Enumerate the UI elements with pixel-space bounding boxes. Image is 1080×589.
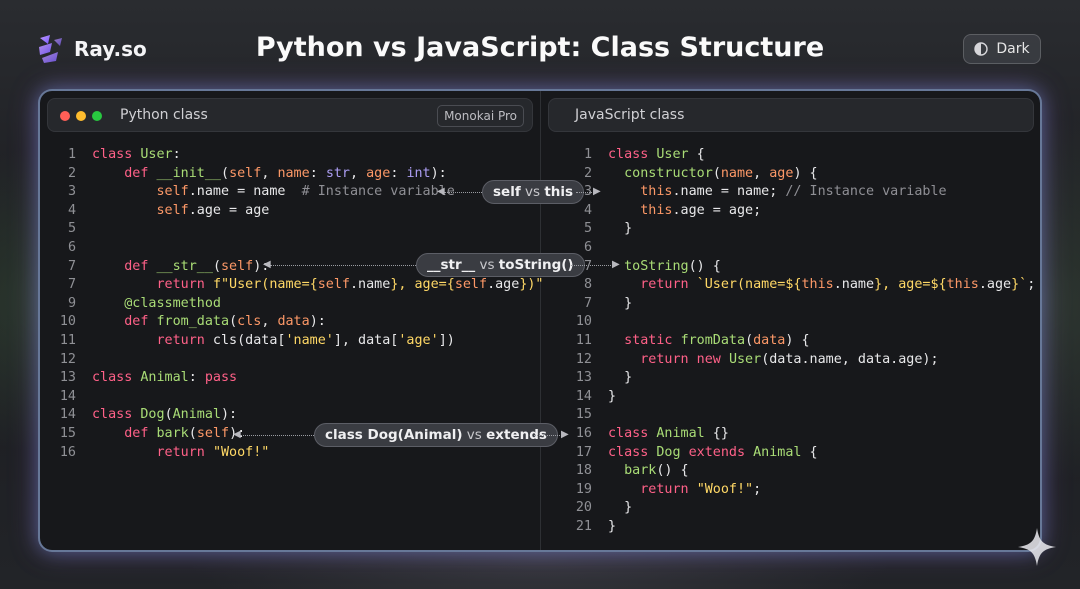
code-window: Python class Monokai Pro JavaScript clas…: [38, 89, 1042, 552]
python-code[interactable]: 1 class User: 2 def __init__(self, name: …: [40, 146, 544, 462]
code-line: 2 constructor(name, age) {: [583, 165, 818, 181]
window-controls: [60, 111, 102, 121]
code-line: 7 toString() {: [583, 258, 721, 274]
annotation-arrow: [571, 265, 613, 266]
js-code[interactable]: 1 class User { 2 constructor(name, age) {…: [560, 146, 1040, 536]
code-line: 6: [583, 239, 592, 255]
code-line: 9 @classmethod: [67, 295, 221, 311]
python-panel-header: Python class Monokai Pro: [47, 98, 533, 132]
page-title: Python vs JavaScript: Class Structure: [255, 32, 825, 63]
code-line: 3 this.name = name; // Instance variable: [583, 184, 947, 200]
sparkle-icon: [1018, 528, 1056, 566]
arrow-left-icon: ◀: [437, 186, 445, 197]
code-line: 1 class User {: [583, 147, 705, 162]
code-line: 4 self.age = age: [67, 202, 270, 218]
code-line: 13 }: [575, 370, 633, 386]
annotation-arrow: [240, 435, 316, 436]
js-panel-label: JavaScript class: [575, 107, 685, 123]
code-line: 14}: [575, 388, 617, 404]
theme-badge[interactable]: Monokai Pro: [437, 105, 524, 127]
annotation-arrow: [270, 265, 416, 266]
panel-divider: [540, 91, 541, 550]
minimize-dot[interactable]: [76, 111, 86, 121]
code-line: 16 class Animal {}: [575, 425, 729, 441]
code-line: 11 return cls(data['name'], data['age']): [59, 332, 455, 348]
code-line: 11 static fromData(data) {: [575, 332, 810, 348]
code-line: 18 bark() {: [575, 463, 689, 479]
code-line: 15: [575, 407, 592, 423]
code-line: 10: [575, 314, 592, 330]
theme-toggle-label: Dark: [996, 41, 1030, 57]
maximize-dot[interactable]: [92, 111, 102, 121]
close-dot[interactable]: [60, 111, 70, 121]
annotation-str-vs-tostring: __str__ vs toString(): [416, 253, 585, 277]
code-line: 1 class User:: [67, 147, 181, 162]
code-line: 7 return f"User(name={self.name}, age={s…: [67, 277, 544, 293]
arrow-right-icon: ▶: [612, 259, 620, 270]
python-panel-label: Python class: [120, 107, 208, 123]
annotation-arrow: [576, 192, 594, 193]
code-line: 4 this.age = age;: [583, 202, 762, 218]
annotation-arrow: [534, 435, 562, 436]
code-line: 5: [67, 221, 76, 237]
arrow-left-icon: ◀: [263, 259, 271, 270]
arrow-right-icon: ▶: [593, 186, 601, 197]
code-line: 13 class Animal: pass: [59, 370, 238, 386]
half-circle-icon: [974, 42, 989, 56]
annotation-arrow: [444, 192, 486, 193]
code-line: 20 }: [575, 500, 633, 516]
code-line: 7 }: [583, 295, 633, 311]
code-line: 21}: [575, 518, 617, 534]
annotation-self-vs-this: self vs this: [482, 180, 585, 204]
theme-toggle-button[interactable]: Dark: [963, 34, 1041, 64]
code-line: 2 def __init__(self, name: str, age: int…: [67, 165, 447, 181]
code-line: 19 return "Woof!";: [575, 481, 762, 497]
code-line: 17 class Dog extends Animal {: [575, 444, 818, 460]
code-line: 12 return new User(data.name, data.age);: [575, 351, 939, 367]
annotation-class-vs-extends: class Dog(Animal) vs extends: [314, 423, 558, 447]
arrow-left-icon: ◀: [233, 429, 241, 440]
code-line: 8 return `User(name=${this.name}, age=${…: [583, 277, 1036, 293]
code-line: 14: [59, 388, 76, 404]
code-line: 10 def from_data(cls, data):: [59, 314, 326, 330]
code-line: 5 }: [583, 221, 633, 237]
code-line: 12: [59, 351, 76, 367]
arrow-right-icon: ▶: [561, 429, 569, 440]
js-panel-header: JavaScript class: [548, 98, 1034, 132]
